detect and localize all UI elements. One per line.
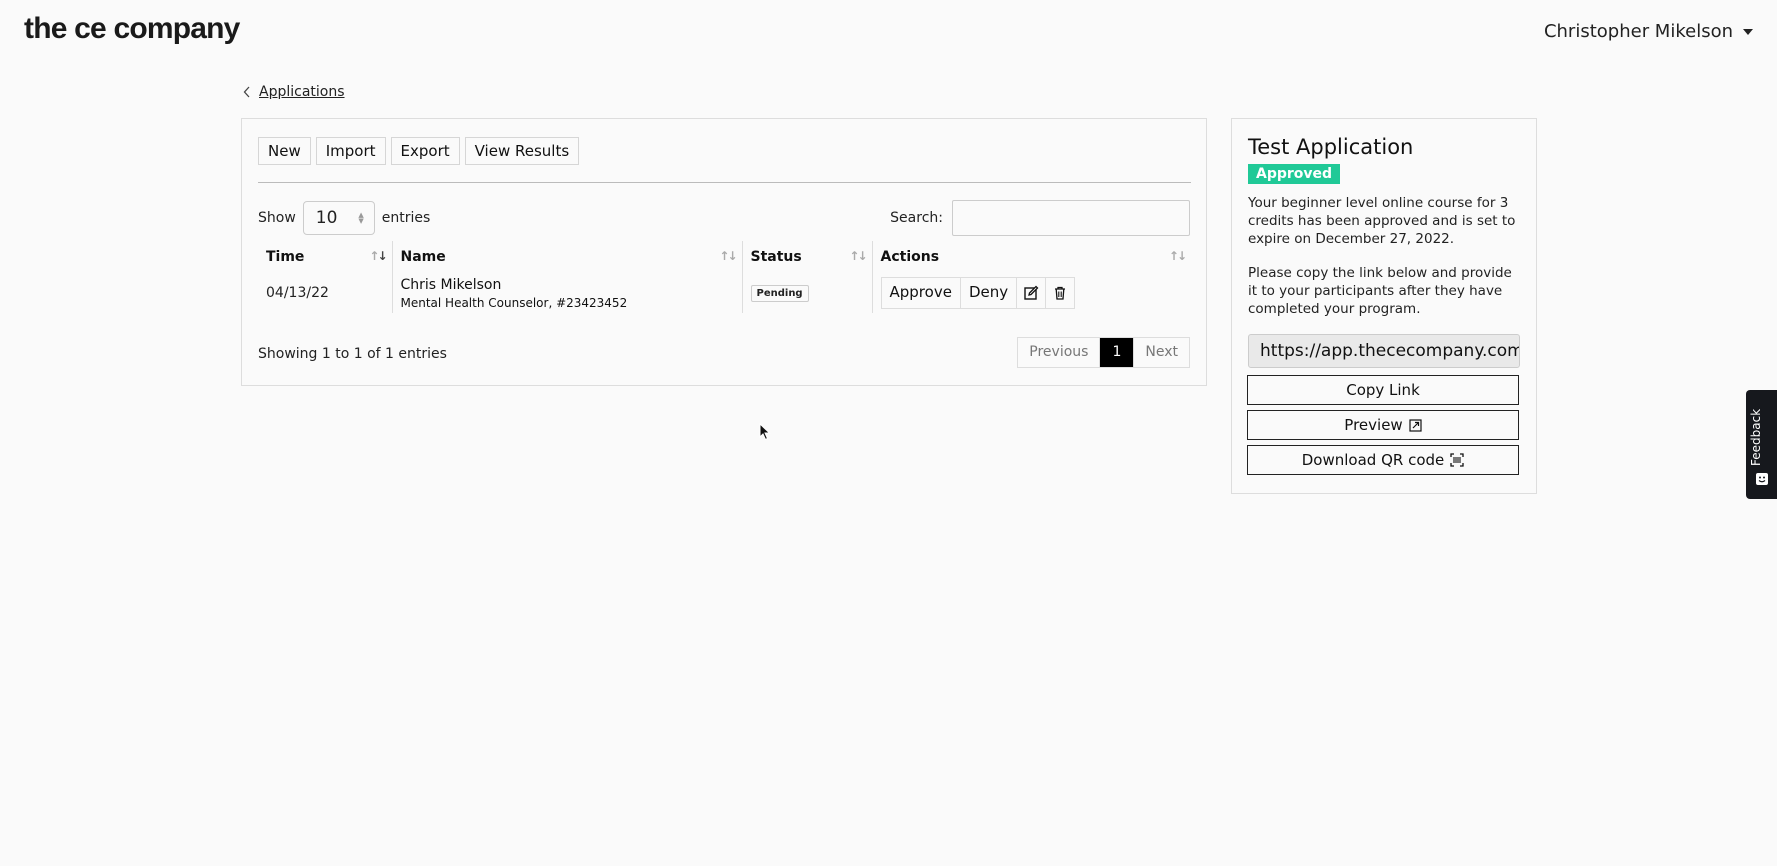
edit-icon bbox=[1024, 285, 1039, 300]
application-description: Your beginner level online course for 3 … bbox=[1248, 195, 1516, 247]
view-results-button[interactable]: View Results bbox=[464, 137, 580, 165]
preview-button[interactable]: Preview bbox=[1247, 410, 1519, 440]
application-title: Test Application bbox=[1248, 135, 1414, 159]
page-1-button[interactable]: 1 bbox=[1100, 338, 1135, 367]
page-length-control: Show 10 ▲ ▼ entries bbox=[258, 201, 430, 235]
pagination: Previous 1 Next bbox=[1017, 337, 1190, 368]
column-actions[interactable]: Actions ↑↓ bbox=[871, 241, 1191, 273]
chevron-left-icon[interactable] bbox=[243, 86, 251, 98]
toolbar-divider bbox=[258, 182, 1191, 183]
sort-icon: ↑↓ bbox=[1168, 249, 1187, 263]
page-length-value: 10 bbox=[315, 208, 338, 228]
application-detail-card: Test Application Approved Your beginner … bbox=[1231, 118, 1537, 494]
applicant-subtitle: Mental Health Counselor, #23423452 bbox=[400, 295, 628, 310]
mouse-cursor-icon bbox=[759, 423, 771, 441]
previous-button[interactable]: Previous bbox=[1018, 338, 1101, 367]
table-info: Showing 1 to 1 of 1 entries bbox=[258, 346, 447, 362]
delete-button[interactable] bbox=[1046, 278, 1074, 308]
next-button[interactable]: Next bbox=[1134, 338, 1189, 367]
table-row: 04/13/22 Chris Mikelson Mental Health Co… bbox=[258, 273, 1191, 313]
approve-button[interactable]: Approve bbox=[882, 278, 961, 308]
share-link-field[interactable]: https://app.thececompany.com bbox=[1248, 334, 1520, 368]
search-control: Search: bbox=[890, 200, 1190, 236]
cell-time: 04/13/22 bbox=[266, 285, 329, 301]
import-button[interactable]: Import bbox=[315, 137, 386, 165]
column-status[interactable]: Status ↑↓ bbox=[741, 241, 872, 273]
sort-icon: ↑↓ bbox=[719, 249, 737, 263]
cell-actions: Approve Deny bbox=[871, 273, 1191, 313]
applications-card: New Import Export View Results Show 10 ▲… bbox=[241, 118, 1207, 386]
feedback-label: Feedback bbox=[1749, 408, 1763, 466]
company-logo[interactable]: the ce company bbox=[24, 12, 240, 46]
deny-button[interactable]: Deny bbox=[961, 278, 1018, 308]
top-bar: the ce company Christopher Mikelson bbox=[0, 0, 1777, 60]
user-menu[interactable]: Christopher Mikelson bbox=[1544, 21, 1753, 42]
cell-status: Pending bbox=[741, 273, 872, 313]
qr-code-icon bbox=[1450, 453, 1464, 467]
column-name[interactable]: Name ↑↓ bbox=[391, 241, 742, 273]
status-badge: Pending bbox=[750, 285, 809, 302]
show-label: Show bbox=[258, 210, 296, 226]
feedback-tab[interactable]: Feedback bbox=[1746, 390, 1777, 499]
user-name: Christopher Mikelson bbox=[1543, 21, 1733, 42]
search-label: Search: bbox=[890, 210, 943, 226]
breadcrumb: Applications bbox=[243, 84, 345, 100]
row-actions: Approve Deny bbox=[880, 277, 1076, 309]
approved-badge: Approved bbox=[1248, 164, 1341, 184]
entries-label: entries bbox=[381, 210, 431, 226]
external-link-icon bbox=[1409, 418, 1422, 432]
sort-desc-icon: ↑↓ bbox=[369, 249, 387, 263]
page-length-select[interactable]: 10 ▲ ▼ bbox=[302, 201, 375, 235]
new-button[interactable]: New bbox=[258, 137, 311, 165]
caret-down-icon bbox=[1743, 28, 1753, 35]
edit-button[interactable] bbox=[1017, 278, 1047, 308]
export-button[interactable]: Export bbox=[390, 137, 460, 165]
copy-link-button[interactable]: Copy Link bbox=[1247, 375, 1519, 405]
column-time[interactable]: Time ↑↓ bbox=[258, 241, 392, 273]
sort-icon: ↑↓ bbox=[849, 249, 867, 263]
search-input[interactable] bbox=[952, 200, 1190, 236]
trash-icon bbox=[1055, 286, 1066, 300]
applications-table: Time ↑↓ Name ↑↓ Status ↑↓ Actions ↑↓ 04/… bbox=[258, 241, 1191, 313]
link-instructions: Please copy the link below and provide i… bbox=[1248, 265, 1512, 317]
download-qr-button[interactable]: Download QR code bbox=[1247, 445, 1519, 475]
applicant-name: Chris Mikelson bbox=[400, 276, 502, 293]
smile-chat-icon bbox=[1756, 473, 1768, 485]
table-header-row: Time ↑↓ Name ↑↓ Status ↑↓ Actions ↑↓ bbox=[258, 241, 1191, 273]
applications-link[interactable]: Applications bbox=[259, 84, 345, 100]
table-toolbar: New Import Export View Results bbox=[258, 137, 580, 165]
cell-name: Chris Mikelson Mental Health Counselor, … bbox=[391, 273, 742, 313]
select-arrows-icon: ▲ ▼ bbox=[358, 211, 364, 225]
